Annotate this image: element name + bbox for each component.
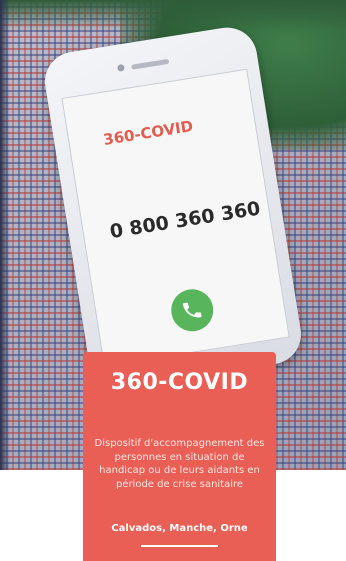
photo-left-edge — [0, 0, 10, 470]
card-regions: Calvados, Manche, Orne — [111, 523, 248, 534]
screen-brand: 360-COVID — [102, 116, 195, 149]
card-description: Dispositif d'accompagnement des personne… — [94, 438, 265, 490]
speaker-grille — [131, 58, 170, 70]
divider — [141, 545, 218, 547]
phone-screen: 360-COVID 0 800 360 360 — [61, 68, 290, 367]
camera-icon — [116, 63, 125, 72]
helpline-number[interactable]: 0 800 360 360 — [108, 198, 262, 244]
info-card: 360-COVID Dispositif d'accompagnement de… — [83, 352, 276, 561]
grass-strip — [0, 0, 346, 30]
phone-call-icon[interactable] — [168, 286, 217, 335]
card-title: 360-COVID — [110, 370, 249, 395]
